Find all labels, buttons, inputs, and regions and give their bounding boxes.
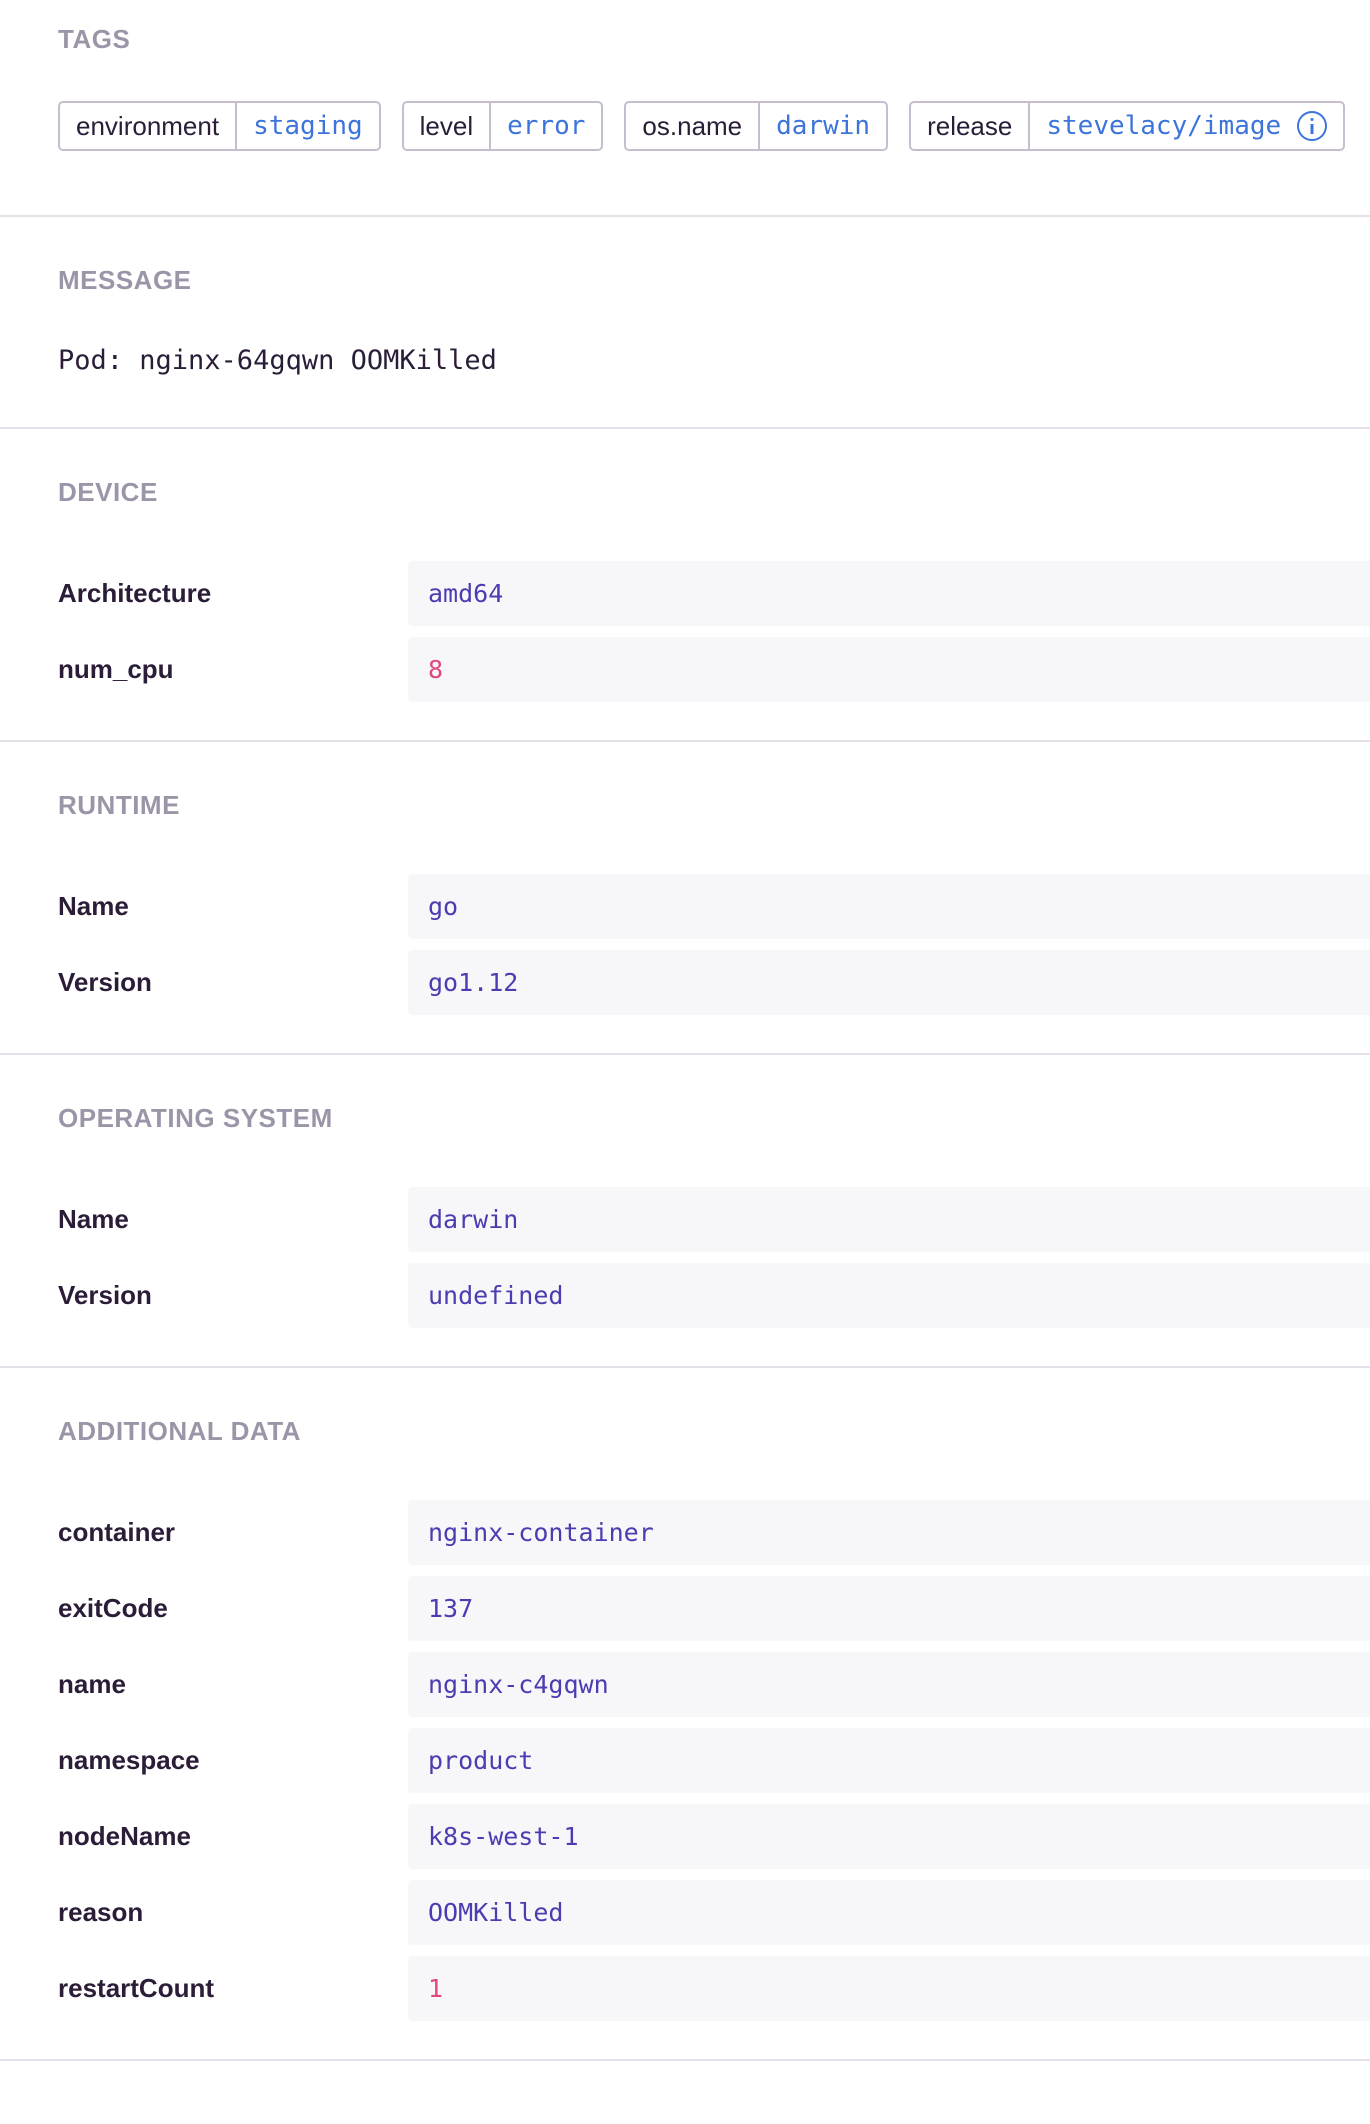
device-section: DEVICE Architecture amd64 num_cpu 8 [0, 429, 1370, 742]
kv-row-name: name nginx-c4gqwn [58, 1652, 1370, 1717]
kv-key: Version [58, 1280, 152, 1310]
kv-value: 8 [408, 637, 1370, 702]
kv-row-reason: reason OOMKilled [58, 1880, 1370, 1945]
kv-value: OOMKilled [408, 1880, 1370, 1945]
kv-row-restart-count: restartCount 1 [58, 1956, 1370, 2021]
tag-key: environment [60, 103, 238, 149]
tag-value-text[interactable]: stevelacy/image [1046, 103, 1281, 149]
tag-value-release[interactable]: stevelacy/image [1030, 103, 1343, 149]
kv-value: nginx-container [408, 1500, 1370, 1565]
kv-key: Name [58, 891, 129, 921]
os-section: OPERATING SYSTEM Name darwin Version und… [0, 1055, 1370, 1368]
tag-key: level [404, 103, 492, 149]
kv-row-num-cpu: num_cpu 8 [58, 637, 1370, 702]
kv-key: name [58, 1669, 126, 1699]
tag-release[interactable]: release stevelacy/image [909, 101, 1346, 151]
kv-key: Version [58, 967, 152, 997]
runtime-list: Name go Version go1.12 [58, 874, 1370, 1053]
kv-key: Name [58, 1204, 129, 1234]
kv-value: go [408, 874, 1370, 939]
kv-key: exitCode [58, 1593, 168, 1623]
additional-data-section: ADDITIONAL DATA container nginx-containe… [0, 1368, 1370, 2061]
additional-data-list: container nginx-container exitCode 137 n… [58, 1500, 1370, 2059]
kv-key: Architecture [58, 578, 212, 608]
kv-key: restartCount [58, 1973, 215, 2003]
kv-value: nginx-c4gqwn [408, 1652, 1370, 1717]
kv-value: undefined [408, 1263, 1370, 1328]
kv-row-name: Name darwin [58, 1187, 1370, 1252]
kv-row-node-name: nodeName k8s-west-1 [58, 1804, 1370, 1869]
tag-value[interactable]: staging [237, 103, 379, 149]
kv-value: 137 [408, 1576, 1370, 1641]
tags-list: environment staging level error os.name … [58, 101, 1370, 151]
runtime-section: RUNTIME Name go Version go1.12 [0, 742, 1370, 1055]
kv-key: num_cpu [58, 654, 174, 684]
kv-row-version: Version undefined [58, 1263, 1370, 1328]
os-title: OPERATING SYSTEM [58, 1103, 333, 1133]
os-list: Name darwin Version undefined [58, 1187, 1370, 1366]
kv-row-architecture: Architecture amd64 [58, 561, 1370, 626]
event-panels: TAGS environment staging level error os.… [0, 0, 1370, 2061]
kv-row-container: container nginx-container [58, 1500, 1370, 1565]
message-title: MESSAGE [58, 265, 192, 295]
additional-data-title: ADDITIONAL DATA [58, 1416, 301, 1446]
runtime-title: RUNTIME [58, 790, 180, 820]
tag-environment[interactable]: environment staging [58, 101, 381, 151]
kv-key: reason [58, 1897, 144, 1927]
tag-os-name[interactable]: os.name darwin [624, 101, 889, 151]
kv-value: go1.12 [408, 950, 1370, 1015]
tag-value[interactable]: darwin [760, 103, 886, 149]
kv-key: nodeName [58, 1821, 191, 1851]
device-title: DEVICE [58, 477, 158, 507]
event-details-page: TAGS environment staging level error os.… [0, 0, 1370, 2124]
kv-value: amd64 [408, 561, 1370, 626]
message-section: MESSAGE Pod: nginx-64gqwn OOMKilled [0, 217, 1370, 429]
message-text: Pod: nginx-64gqwn OOMKilled [58, 345, 497, 376]
kv-row-version: Version go1.12 [58, 950, 1370, 1015]
kv-value: 1 [408, 1956, 1370, 2021]
kv-value: darwin [408, 1187, 1370, 1252]
tag-level[interactable]: level error [401, 101, 604, 151]
kv-row-name: Name go [58, 874, 1370, 939]
kv-value: k8s-west-1 [408, 1804, 1370, 1869]
tags-section: TAGS environment staging level error os.… [0, 0, 1370, 217]
kv-row-namespace: namespace product [58, 1728, 1370, 1793]
kv-row-exit-code: exitCode 137 [58, 1576, 1370, 1641]
kv-value: product [408, 1728, 1370, 1793]
tag-key: release [911, 103, 1031, 149]
info-icon[interactable] [1297, 111, 1328, 141]
kv-key: namespace [58, 1745, 200, 1775]
kv-key: container [58, 1517, 176, 1547]
tags-title: TAGS [58, 24, 131, 54]
device-list: Architecture amd64 num_cpu 8 [58, 561, 1370, 740]
tag-key: os.name [626, 103, 761, 149]
tag-value[interactable]: error [491, 103, 601, 149]
